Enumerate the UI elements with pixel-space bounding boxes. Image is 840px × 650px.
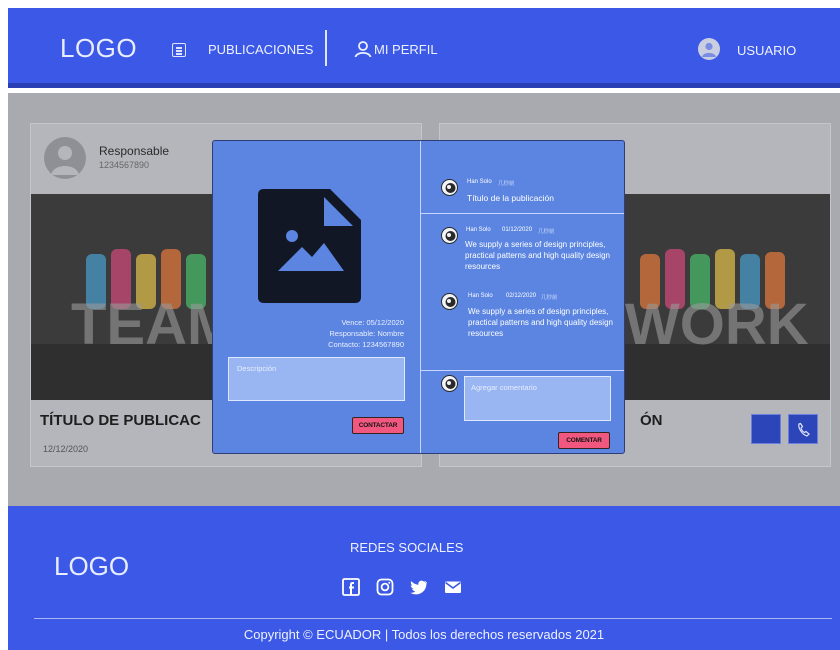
nav-mi-perfil[interactable]: MI PERFIL <box>374 42 438 57</box>
comment-button[interactable]: COMENTAR <box>558 432 610 449</box>
twitter-icon[interactable] <box>410 578 428 596</box>
card-title: TÍTULO DE PUBLICAC <box>40 412 201 429</box>
comment-author: Han Solo <box>468 293 493 299</box>
phone-button[interactable] <box>788 414 818 444</box>
more-button[interactable] <box>751 414 781 444</box>
comment-author: Han Solo <box>466 227 491 233</box>
user-name[interactable]: USUARIO <box>737 43 796 58</box>
mail-icon[interactable] <box>444 578 462 596</box>
copyright-text: Copyright © ECUADOR | Todos los derechos… <box>243 627 605 642</box>
comment-time-tag: 几秒前 <box>538 229 555 235</box>
divider <box>421 213 624 214</box>
comment-input[interactable]: Agregar comentario <box>464 376 611 421</box>
publication-detail-modal: Vence: 05/12/2020 Responsable: Nombre Co… <box>212 140 625 454</box>
footer-divider <box>34 618 832 619</box>
card-title: ÓN <box>640 412 663 429</box>
card-image-word: WORK <box>625 292 809 357</box>
instagram-icon[interactable] <box>376 578 394 596</box>
footer-logo: LOGO <box>54 551 130 581</box>
card-phone: 1234567890 <box>99 160 150 170</box>
footer: LOGO REDES SOCIALES Copyright © ECUADOR … <box>8 506 840 650</box>
user-profile-icon[interactable] <box>354 40 372 58</box>
commenter-avatar-icon <box>441 227 458 244</box>
comment-text: We supply a series of design principles,… <box>465 240 610 271</box>
contact-button[interactable]: CONTACTAR <box>352 417 404 434</box>
phone-icon <box>798 422 810 437</box>
image-file-icon <box>258 189 361 303</box>
card-image-word: TEAM <box>71 292 235 357</box>
comment-text: We supply a series of design principles,… <box>468 307 613 338</box>
commenter-avatar-icon <box>441 293 458 310</box>
current-user-avatar-icon <box>441 375 458 392</box>
social-title: REDES SOCIALES <box>350 540 464 555</box>
modal-contacto: Contacto: 1234567890 <box>328 340 404 349</box>
facebook-icon[interactable] <box>342 578 360 596</box>
card-responsable: Responsable <box>99 144 170 158</box>
header-logo[interactable]: LOGO <box>60 33 137 64</box>
divider <box>421 370 624 371</box>
comment-date: 02/12/2020 <box>506 293 537 299</box>
description-field[interactable]: Descripción <box>228 357 405 401</box>
publication-title: Título de la publicación <box>467 193 554 203</box>
comment-time-tag: 几秒前 <box>541 295 558 301</box>
card-date: 12/12/2020 <box>43 444 89 454</box>
user-avatar-icon[interactable] <box>698 38 720 60</box>
modal-responsable: Responsable: Nombre <box>329 329 404 338</box>
nav-separator <box>325 30 327 66</box>
publication-time-tag: 几秒前 <box>498 181 515 187</box>
avatar-icon <box>44 137 86 179</box>
top-navbar: LOGO PUBLICACIONES MI PERFIL USUARIO <box>8 8 840 88</box>
list-icon[interactable] <box>172 43 186 57</box>
comment-date: 01/12/2020 <box>502 227 533 233</box>
publication-author: Han Solo <box>467 179 492 185</box>
author-avatar-icon <box>441 179 458 196</box>
modal-vence: Vence: 05/12/2020 <box>341 318 404 327</box>
modal-divider <box>420 141 421 453</box>
nav-publicaciones[interactable]: PUBLICACIONES <box>208 42 313 57</box>
